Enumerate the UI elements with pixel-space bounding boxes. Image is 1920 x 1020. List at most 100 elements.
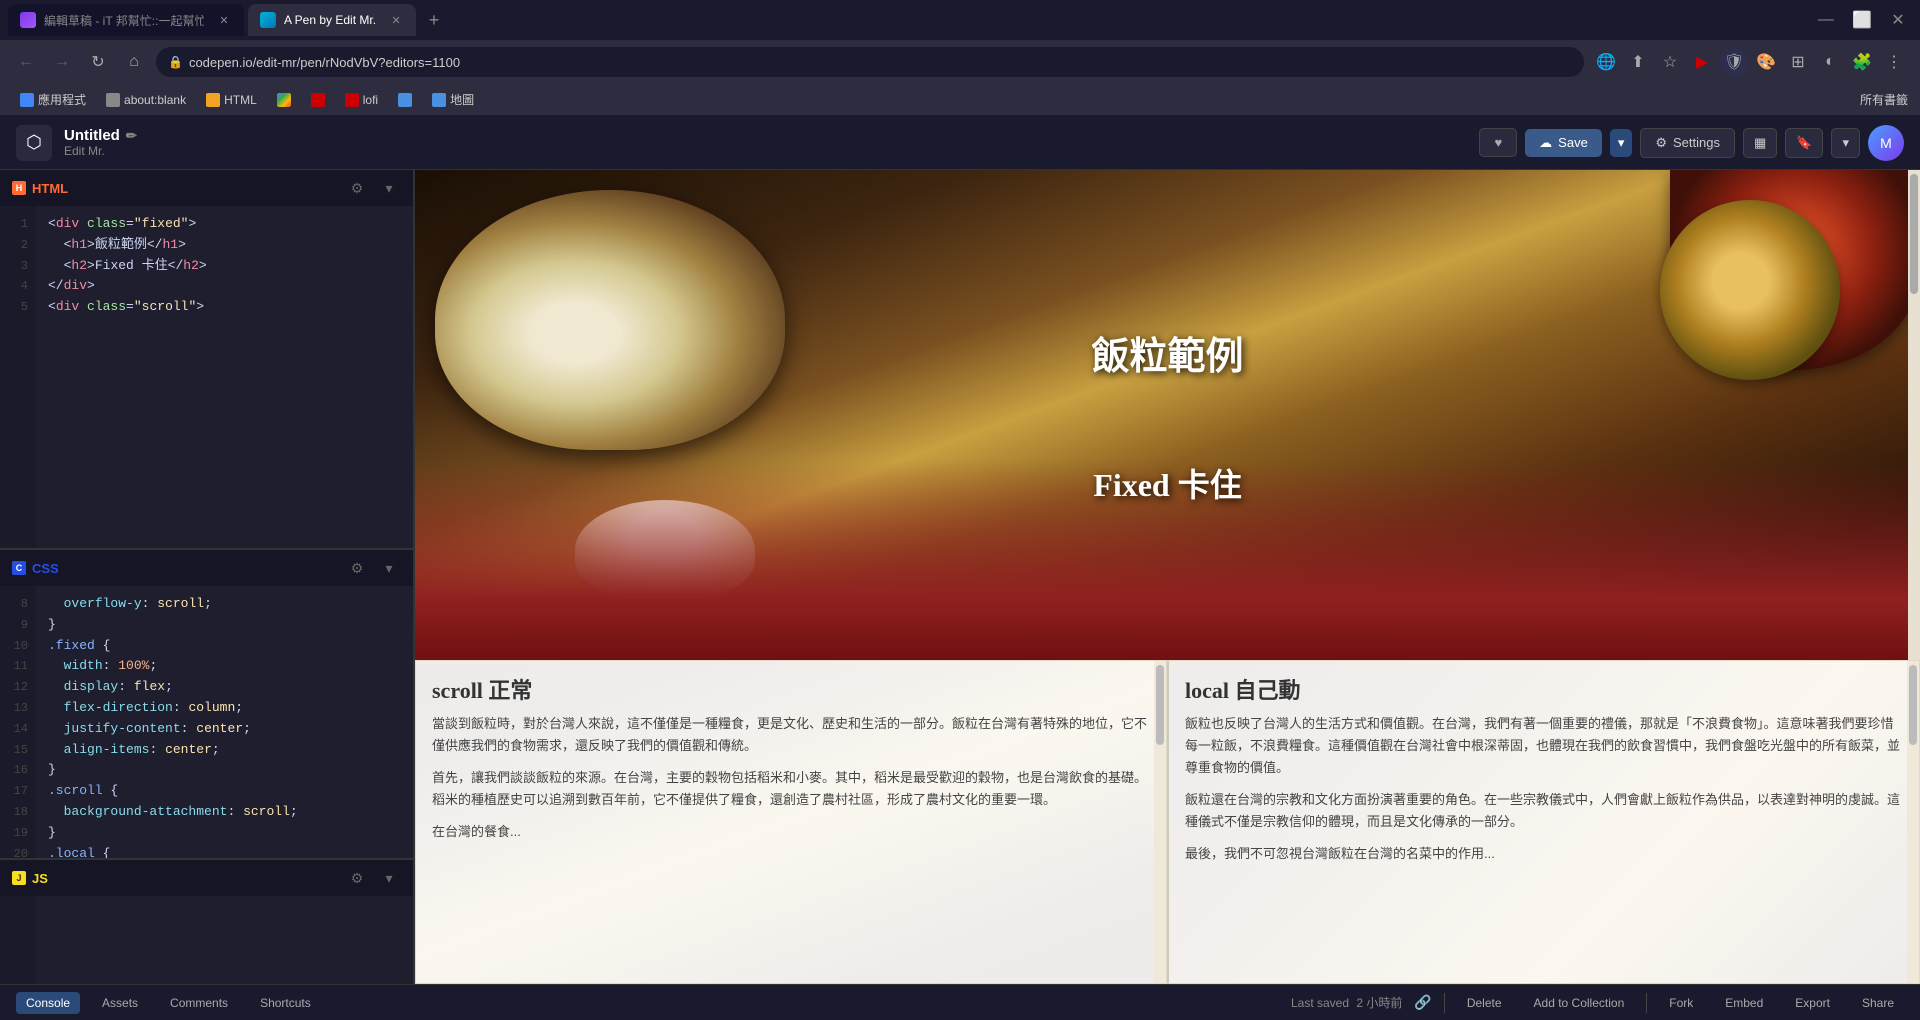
html-line-1: <div class="fixed"> (48, 214, 401, 235)
js-settings-button[interactable]: ⚙ (345, 866, 369, 890)
tab-controls: — ⬜ ✕ (1812, 6, 1912, 34)
card-scroll-text: 當談到飯粒時，對於台灣人來說，這不僅僅是一種糧食，更是文化、歷史和生活的一部分。… (416, 713, 1166, 843)
bookmark-star-button[interactable]: ☆ (1656, 48, 1684, 76)
layout-button[interactable]: ▦ (1743, 128, 1777, 158)
save-cloud-icon: ☁ (1539, 135, 1552, 151)
preview-panel: 飯粒範例 Fixed 卡住 scroll 正常 (415, 170, 1920, 984)
css-line-20: .local { (48, 844, 401, 858)
preview-food-bg: 飯粒範例 Fixed 卡住 (415, 170, 1920, 660)
card-scroll-p1: 當談到飯粒時，對於台灣人來說，這不僅僅是一種糧食，更是文化、歷史和生活的一部分。… (432, 713, 1150, 757)
tab-2[interactable]: A Pen by Edit Mr. ✕ (248, 4, 416, 36)
forward-button[interactable]: → (48, 48, 76, 76)
pen-info: Untitled ✏ Edit Mr. (64, 127, 137, 158)
maximize-button[interactable]: ⬜ (1848, 6, 1876, 34)
bookmark-map-favicon (432, 93, 446, 107)
html-collapse-button[interactable]: ▾ (377, 176, 401, 200)
css-editor-section: C CSS ⚙ ▾ 891011 12131415 16171819 20212… (0, 550, 413, 860)
save-dropdown-button[interactable]: ▾ (1610, 129, 1633, 157)
js-line-numbers (0, 896, 36, 984)
css-code-content[interactable]: overflow-y: scroll; } .fixed { width: 10… (36, 586, 413, 858)
html-badge-dot: H (12, 181, 26, 195)
refresh-button[interactable]: ↻ (84, 48, 112, 76)
back-button[interactable]: ← (12, 48, 40, 76)
html-settings-button[interactable]: ⚙ (345, 176, 369, 200)
tab-2-favicon (260, 12, 276, 28)
ext-3[interactable]: ⊞ (1784, 48, 1812, 76)
bookmark-apps[interactable]: 應用程式 (12, 89, 94, 110)
add-collection-button[interactable]: Add to Collection (1524, 992, 1635, 1014)
minimize-button[interactable]: — (1812, 6, 1840, 34)
more-button[interactable]: ▾ (1831, 128, 1860, 158)
ext-4[interactable]: ◐ (1816, 48, 1844, 76)
footer-divider-1 (1444, 993, 1445, 1013)
save-button[interactable]: ☁ Save (1525, 129, 1602, 157)
ext-1[interactable]: 🛡 (1720, 48, 1748, 76)
codepen-logo[interactable]: ⬡ (16, 125, 52, 161)
bookmark-map-icon[interactable] (390, 91, 420, 109)
js-lang-label: JS (32, 871, 48, 886)
all-bookmarks-button[interactable]: 所有書籤 (1860, 91, 1908, 108)
css-line-12: display: flex; (48, 677, 401, 698)
menu-button[interactable]: ⋮ (1880, 48, 1908, 76)
bookmarks-bar: 應用程式 about:blank HTML lofi 地圖 所有書籤 (0, 84, 1920, 116)
fork-button[interactable]: Fork (1659, 992, 1703, 1014)
cp-main: H HTML ⚙ ▾ 1 2 3 4 5 <d (0, 170, 1920, 984)
js-code-area[interactable] (0, 896, 413, 984)
card-local-header: local 自己動 (1169, 661, 1919, 713)
heart-button[interactable]: ♥ (1479, 128, 1517, 157)
new-tab-button[interactable]: + (420, 6, 448, 34)
pen-title-edit-icon[interactable]: ✏ (126, 128, 137, 144)
html-code-area[interactable]: 1 2 3 4 5 <div class="fixed"> <h1>飯粒範例</… (0, 206, 413, 548)
bookmark-button[interactable]: 🔖 (1785, 128, 1823, 158)
home-button[interactable]: ⌂ (120, 48, 148, 76)
share-button[interactable]: Share (1852, 992, 1904, 1014)
assets-tab[interactable]: Assets (92, 992, 148, 1014)
share-nav-button[interactable]: ⬆ (1624, 48, 1652, 76)
bookmark-vpn[interactable] (303, 91, 333, 109)
css-settings-button[interactable]: ⚙ (345, 556, 369, 580)
html-line-3: <h2>Fixed 卡住</h2> (48, 256, 401, 277)
close-window-button[interactable]: ✕ (1884, 6, 1912, 34)
save-arrow-icon: ▾ (1618, 135, 1625, 151)
shortcuts-tab[interactable]: Shortcuts (250, 992, 321, 1014)
js-code-content[interactable] (36, 896, 413, 984)
js-collapse-button[interactable]: ▾ (377, 866, 401, 890)
html-code-content[interactable]: <div class="fixed"> <h1>飯粒範例</h1> <h2>Fi… (36, 206, 413, 548)
tab-2-close[interactable]: ✕ (388, 12, 404, 28)
settings-button[interactable]: ⚙ Settings (1640, 128, 1735, 158)
tab-1-close[interactable]: ✕ (216, 12, 232, 28)
translate-button[interactable]: 🌐 (1592, 48, 1620, 76)
bookmark-map[interactable]: 地圖 (424, 89, 482, 110)
bookmark-vpn-icon (311, 93, 325, 107)
tab-bar: 編輯草稿 - iT 邦幫忙::一起幫忙… ✕ A Pen by Edit Mr.… (0, 0, 1920, 40)
card-local-p1: 飯粒也反映了台灣人的生活方式和價值觀。在台灣，我們有著一個重要的禮儀，那就是「不… (1185, 713, 1903, 779)
address-bar[interactable]: 🔒 codepen.io/edit-mr/pen/rNodVbV?editors… (156, 47, 1584, 77)
comments-tab[interactable]: Comments (160, 992, 238, 1014)
console-tab[interactable]: Console (16, 992, 80, 1014)
preview-top-scrollbar[interactable] (1908, 170, 1920, 660)
tab-1[interactable]: 編輯草稿 - iT 邦幫忙::一起幫忙… ✕ (8, 4, 244, 36)
export-button[interactable]: Export (1785, 992, 1840, 1014)
card-local-p3: 最後，我們不可忽視台灣飯粒在台灣的名菜中的作用... (1185, 843, 1903, 865)
bookmark-map-label: 地圖 (450, 91, 474, 108)
settings-label: Settings (1673, 135, 1720, 150)
html-editor-header: H HTML ⚙ ▾ (0, 170, 413, 206)
bookmark-about-blank[interactable]: about:blank (98, 91, 194, 109)
bookmark-html[interactable]: HTML (198, 91, 265, 109)
bookmark-google[interactable] (269, 91, 299, 109)
card-scroll-p2: 首先，讓我們談談飯粒的來源。在台灣，主要的穀物包括稻米和小麥。其中，稻米是最受歡… (432, 767, 1150, 811)
html-lang-label: HTML (32, 181, 68, 196)
bookmark-apps-label: 應用程式 (38, 91, 86, 108)
card-local-title: local 自己動 (1185, 673, 1903, 705)
link-icon[interactable]: 🔗 (1414, 994, 1431, 1011)
ext-2[interactable]: 🎨 (1752, 48, 1780, 76)
card-scroll-title: scroll 正常 (432, 673, 1150, 705)
embed-button[interactable]: Embed (1715, 992, 1773, 1014)
css-collapse-button[interactable]: ▾ (377, 556, 401, 580)
bookmark-lofi[interactable]: lofi (337, 91, 386, 109)
user-avatar[interactable]: M (1868, 125, 1904, 161)
bookmark-blank-icon (106, 93, 120, 107)
css-code-area[interactable]: 891011 12131415 16171819 20212223 24 ove… (0, 586, 413, 858)
delete-button[interactable]: Delete (1457, 992, 1512, 1014)
ext-5[interactable]: 🧩 (1848, 48, 1876, 76)
